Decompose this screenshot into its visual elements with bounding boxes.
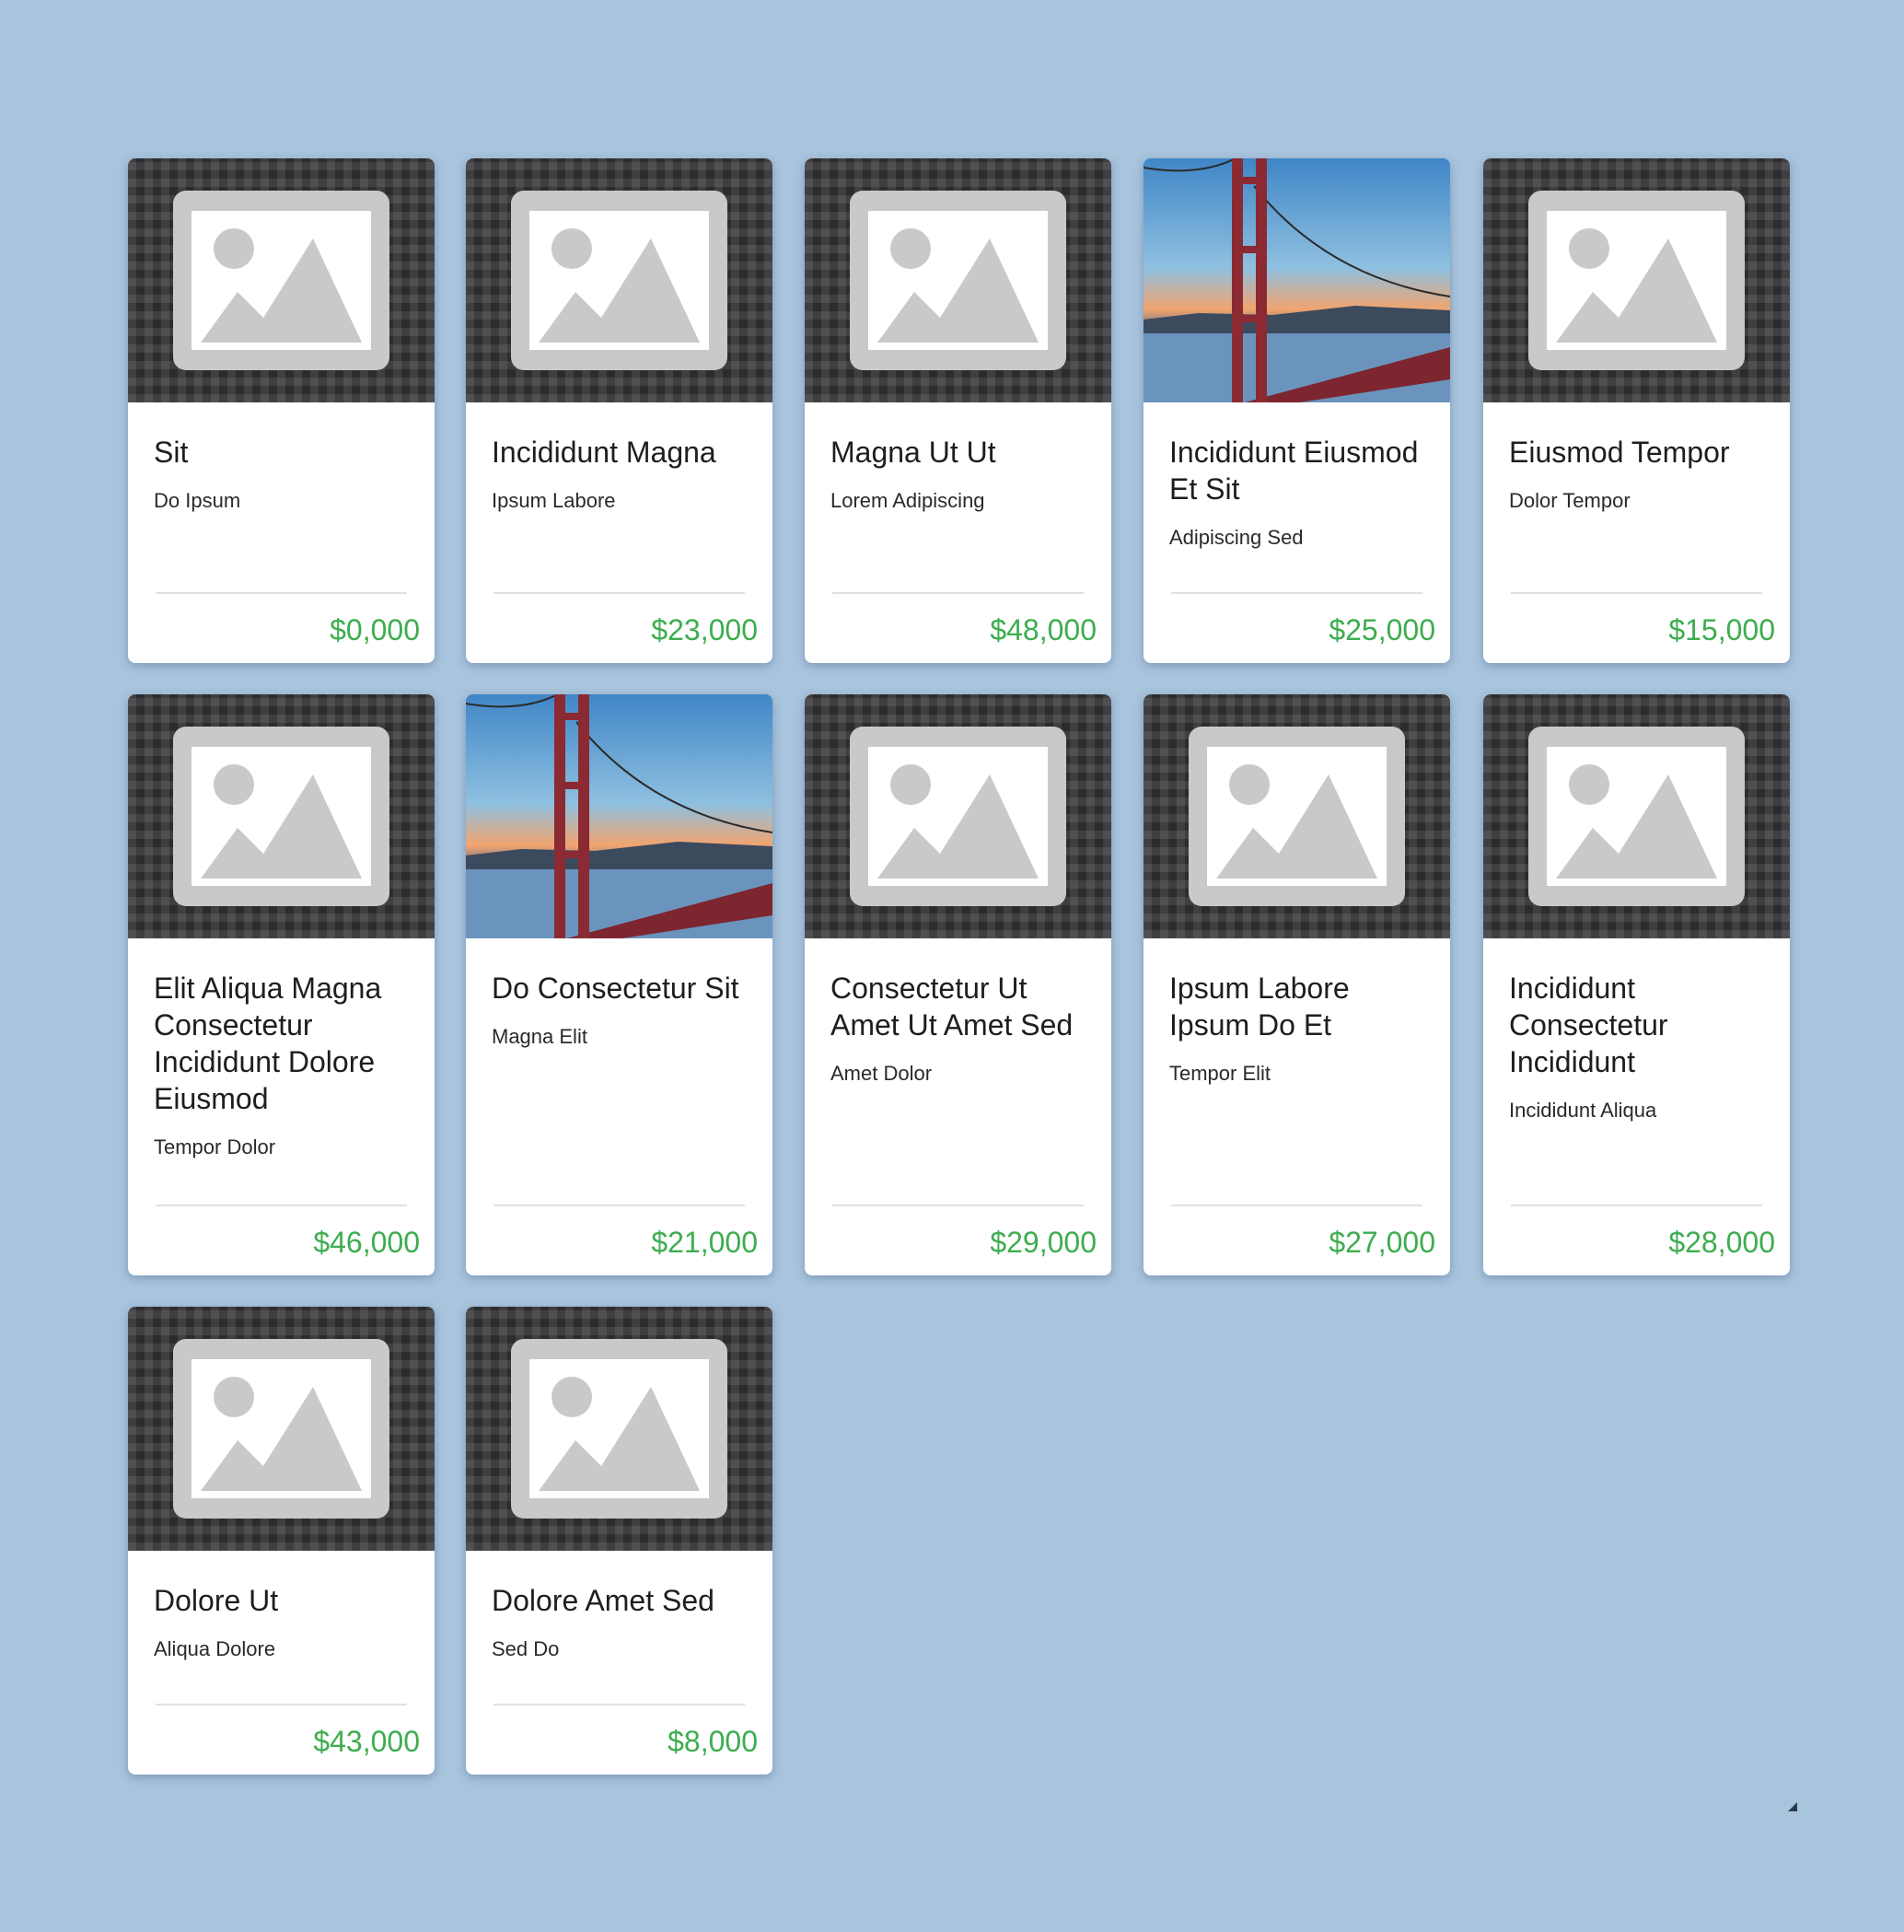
card-title: Magna Ut Ut (830, 436, 996, 469)
divider (1171, 1205, 1422, 1206)
card-price: $43,000 (313, 1725, 420, 1758)
product-card[interactable]: Consectetur Ut Amet Ut Amet Sed Amet Dol… (805, 694, 1111, 1275)
card-footer: $21,000 (466, 1205, 772, 1275)
card-subtitle: Incididunt Aliqua (1509, 1099, 1657, 1122)
card-title: Incididunt Consectetur Incididunt (1509, 972, 1668, 1078)
divider (832, 1205, 1084, 1206)
divider (493, 1205, 745, 1206)
card-title: Dolore Ut (154, 1584, 279, 1617)
card-title: Dolore Amet Sed (492, 1584, 714, 1617)
card-price: $15,000 (1668, 613, 1775, 646)
card-footer: $15,000 (1483, 592, 1790, 663)
card-price: $28,000 (1668, 1226, 1775, 1259)
product-card[interactable]: Magna Ut Ut Lorem Adipiscing $48,000 (805, 158, 1111, 663)
card-subtitle: Lorem Adipiscing (830, 489, 985, 512)
card-subtitle: Adipiscing Sed (1169, 526, 1304, 549)
card-title: Elit Aliqua Magna Consectetur Incididunt… (154, 972, 382, 1115)
image-placeholder-icon (850, 727, 1066, 906)
image-placeholder-icon (173, 191, 389, 370)
product-card[interactable]: Ipsum Labore Ipsum Do Et Tempor Elit $27… (1144, 694, 1450, 1275)
card-price: $27,000 (1329, 1226, 1435, 1259)
divider (1511, 1205, 1762, 1206)
card-price: $48,000 (990, 613, 1097, 646)
placeholder-image (128, 158, 435, 402)
placeholder-image (1483, 158, 1790, 402)
card-subtitle: Tempor Elit (1169, 1062, 1271, 1085)
card-footer: $0,000 (128, 592, 435, 663)
placeholder-image (1483, 694, 1790, 938)
card-title: Ipsum Labore Ipsum Do Et (1169, 972, 1350, 1042)
bridge-photo (1144, 158, 1450, 402)
bridge-photo (466, 694, 772, 938)
placeholder-image (805, 158, 1111, 402)
product-card[interactable]: Dolore Amet Sed Sed Do $8,000 (466, 1307, 772, 1775)
divider (156, 1704, 407, 1705)
product-card[interactable]: Incididunt Magna Ipsum Labore $23,000 (466, 158, 772, 663)
card-price: $25,000 (1329, 613, 1435, 646)
card-subtitle: Amet Dolor (830, 1062, 933, 1085)
image-placeholder-icon (1528, 191, 1745, 370)
card-subtitle: Tempor Dolor (154, 1135, 276, 1158)
image-placeholder-icon (511, 1339, 727, 1519)
resize-handle-icon[interactable] (1786, 1800, 1799, 1813)
placeholder-image (805, 694, 1111, 938)
image-placeholder-icon (511, 191, 727, 370)
card-price: $0,000 (330, 613, 420, 646)
card-price: $21,000 (651, 1226, 758, 1259)
card-footer: $43,000 (128, 1704, 435, 1775)
card-subtitle: Aliqua Dolore (154, 1637, 276, 1660)
divider (156, 1205, 407, 1206)
placeholder-image (128, 694, 435, 938)
card-title: Consectetur Ut Amet Ut Amet Sed (830, 972, 1074, 1042)
card-footer: $28,000 (1483, 1205, 1790, 1275)
card-footer: $23,000 (466, 592, 772, 663)
card-price: $46,000 (313, 1226, 420, 1259)
card-footer: $48,000 (805, 592, 1111, 663)
card-subtitle: Magna Elit (492, 1025, 587, 1048)
card-subtitle: Sed Do (492, 1637, 560, 1660)
card-footer: $46,000 (128, 1205, 435, 1275)
divider (1171, 592, 1422, 594)
placeholder-image (466, 158, 772, 402)
card-price: $23,000 (651, 613, 758, 646)
card-price: $29,000 (990, 1226, 1097, 1259)
product-card[interactable]: Dolore Ut Aliqua Dolore $43,000 (128, 1307, 435, 1775)
card-title: Eiusmod Tempor (1509, 436, 1730, 469)
image-placeholder-icon (1189, 727, 1405, 906)
card-title: Incididunt Magna (492, 436, 716, 469)
product-card[interactable]: Eiusmod Tempor Dolor Tempor $15,000 (1483, 158, 1790, 663)
divider (832, 592, 1084, 594)
image-placeholder-icon (173, 727, 389, 906)
card-title: Do Consectetur Sit (492, 972, 739, 1005)
placeholder-image (1144, 694, 1450, 938)
product-card[interactable]: Incididunt Consectetur Incididunt Incidi… (1483, 694, 1790, 1275)
image-placeholder-icon (850, 191, 1066, 370)
product-card[interactable]: Incididunt Eiusmod Et Sit Adipiscing Sed… (1144, 158, 1450, 663)
card-price: $8,000 (668, 1725, 758, 1758)
card-footer: $8,000 (466, 1704, 772, 1775)
product-card[interactable]: Do Consectetur Sit Magna Elit $21,000 (466, 694, 772, 1275)
card-title: Incididunt Eiusmod Et Sit (1169, 436, 1419, 506)
divider (156, 592, 407, 594)
divider (1511, 592, 1762, 594)
card-footer: $25,000 (1144, 592, 1450, 663)
divider (493, 592, 745, 594)
image-placeholder-icon (173, 1339, 389, 1519)
placeholder-image (128, 1307, 435, 1551)
card-subtitle: Do Ipsum (154, 489, 241, 512)
divider (493, 1704, 745, 1705)
card-subtitle: Ipsum Labore (492, 489, 616, 512)
placeholder-image (466, 1307, 772, 1551)
card-footer: $27,000 (1144, 1205, 1450, 1275)
card-subtitle: Dolor Tempor (1509, 489, 1631, 512)
image-placeholder-icon (1528, 727, 1745, 906)
product-card[interactable]: Sit Do Ipsum $0,000 (128, 158, 435, 663)
card-title: Sit (154, 436, 189, 469)
card-footer: $29,000 (805, 1205, 1111, 1275)
product-card[interactable]: Elit Aliqua Magna Consectetur Incididunt… (128, 694, 435, 1275)
